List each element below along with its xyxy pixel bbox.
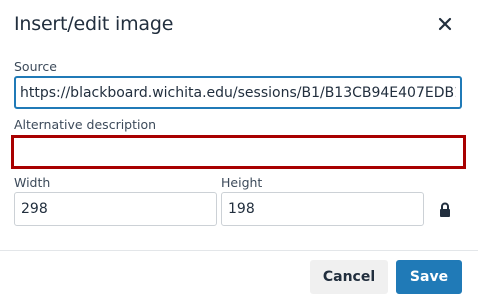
width-label: Width	[14, 175, 51, 190]
height-label: Height	[221, 175, 263, 190]
dialog-header: Insert/edit image	[0, 0, 478, 50]
insert-edit-image-dialog: Insert/edit image Source Alternative des…	[0, 0, 478, 299]
cancel-button[interactable]: Cancel	[310, 260, 388, 294]
close-icon	[438, 17, 452, 31]
dialog-title: Insert/edit image	[14, 13, 174, 35]
source-label: Source	[14, 59, 57, 74]
source-input[interactable]	[14, 76, 462, 109]
width-input[interactable]	[14, 192, 217, 226]
close-button[interactable]	[432, 11, 458, 37]
alt-description-label: Alternative description	[14, 117, 157, 132]
footer-divider	[0, 250, 478, 251]
constrain-proportions-button[interactable]	[436, 201, 454, 219]
save-button[interactable]: Save	[396, 260, 462, 294]
alt-description-input[interactable]	[11, 135, 466, 169]
height-input[interactable]	[221, 192, 424, 226]
lock-icon	[440, 202, 450, 217]
